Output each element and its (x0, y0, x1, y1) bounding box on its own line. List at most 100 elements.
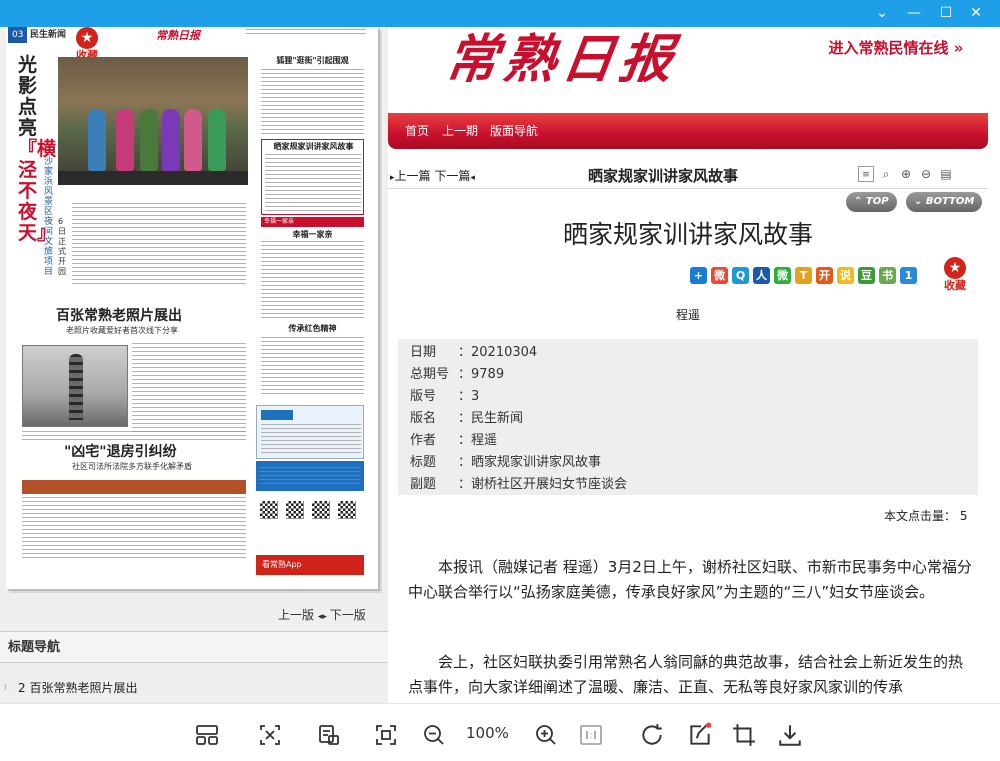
close-button[interactable]: ✕ (960, 0, 992, 27)
zoom-out-icon[interactable]: ⊖ (918, 166, 934, 182)
top-button[interactable]: ⌃ TOP (846, 192, 897, 212)
viewer-toolbar: 100% (0, 703, 1000, 761)
nav-layout-link[interactable]: 版面导航 (490, 113, 538, 149)
meta-row-subtitle: 副题 ：谢桥社区开展妇女节座谈会 (410, 477, 628, 492)
next-article-link[interactable]: 下一篇 (434, 169, 470, 183)
paper-headline: 光影点亮『横泾不夜天』 (18, 54, 57, 244)
article-paragraph-1: 本报讯（融媒记者 程遥）3月2日上午，谢桥社区妇联、市新市民事务中心常福分中心联… (408, 558, 972, 601)
prev-article-link[interactable]: 上一篇 (395, 169, 431, 183)
actual-size-icon[interactable] (577, 721, 605, 749)
meta-row-page-name: 版名 ：民生新闻 (410, 411, 524, 426)
paper-col-title-3: 传承红色精神 (288, 323, 337, 333)
next-page-link[interactable]: 下一版 (330, 608, 366, 622)
kaixin-icon[interactable]: 开 (816, 267, 833, 284)
zoom-out-button[interactable] (420, 721, 448, 749)
article-hit-count: 本文点击量： 5 (884, 509, 968, 523)
collapse-icon[interactable]: ⌄ (866, 0, 898, 27)
zoom-in-button[interactable] (532, 721, 560, 749)
article-paragraph-2: 会上，社区妇联执委引用常熟名人翁同龢的典范故事，结合社会上新近发生的热点事件，向… (408, 653, 964, 696)
expand-icon: ⁝ (4, 683, 7, 692)
paper-body-text-4 (261, 337, 364, 397)
share-count-icon[interactable]: 1 (900, 267, 917, 284)
paper-col-title-1: 狐狸"逛街"引起围观 (276, 55, 349, 65)
paper-main-photo (58, 57, 248, 185)
meta-row-title: 标题 ：晒家规家训讲家风故事 (410, 455, 602, 470)
print-icon[interactable]: ▤ (938, 166, 954, 182)
douban-icon[interactable]: 豆 (858, 267, 875, 284)
qzone-icon[interactable]: Q (732, 267, 749, 284)
paper-body-text-1 (72, 203, 246, 285)
renren-icon[interactable]: 人 (753, 267, 770, 284)
maximize-button[interactable]: ☐ (930, 0, 962, 27)
article-title: 晒家规家训讲家风故事 (562, 220, 813, 249)
prev-page-link[interactable]: 上一版 (278, 608, 314, 622)
paper-body-text-2 (261, 69, 364, 135)
weibo-icon[interactable]: 微 (711, 267, 728, 284)
paper-subheadline: 6日正式开园 (58, 217, 66, 276)
title-navigation-panel: 标题导航 ⁝ 2 百张常熟老照片展出 (0, 631, 388, 703)
zoom-icon[interactable]: ⌕ (878, 166, 894, 182)
star-icon: ★ (76, 27, 98, 49)
paper-red-column-head: 幸福一家亲 (261, 217, 364, 227)
bottom-button[interactable]: ⌄ BOTTOM (906, 192, 983, 212)
download-icon[interactable] (776, 721, 804, 749)
title-navigation-item[interactable]: ⁝ 2 百张常熟老照片展出 (4, 677, 370, 699)
newspaper-page-thumbnail[interactable]: 03 民生新闻 ★ 收藏 常熟日报 光影点亮『横泾不夜天』 沙家浜风景区夜间文旅… (6, 27, 378, 589)
paper-pagoda-photo (22, 345, 128, 427)
paper-photo-caption: 沙家浜风景区夜间文旅项目 (44, 157, 54, 277)
paper-ad-1 (256, 405, 364, 459)
article-bar-title: 晒家规家训讲家风故事 (588, 167, 739, 185)
paper-body-text-5 (132, 343, 246, 435)
meta-row-page-no: 版号 ：3 (410, 389, 480, 404)
meta-row-date: 日期 ：20210304 (410, 345, 538, 360)
ocr-icon[interactable] (315, 721, 343, 749)
title-navigation-header: 标题导航 (0, 631, 388, 663)
bookmark-icon[interactable]: 书 (879, 267, 896, 284)
rotate-icon[interactable] (638, 721, 666, 749)
article-page: 常熟日报 进入常熟民情在线 » 首页 上一期 版面导航 ▸上一篇 下一篇◂ 晒家… (388, 27, 1000, 703)
paper-ad-2 (256, 461, 364, 491)
douban-alt-icon[interactable]: 说 (837, 267, 854, 284)
site-nav-bar: 首页 上一期 版面导航 (388, 113, 988, 149)
article-author: 程遥 (675, 308, 700, 322)
tencent-icon[interactable]: T (795, 267, 812, 284)
page-pager: 上一版 ◂▸ 下一版 (278, 606, 366, 623)
paper-house-subtitle: 社区司法所法院多方联手化解矛盾 (72, 462, 192, 471)
title-bar: ⌄ — ☐ ✕ (0, 0, 1000, 27)
fit-to-window-icon[interactable] (256, 721, 284, 749)
minqing-online-link[interactable]: 进入常熟民情在线 » (818, 33, 974, 63)
paper-col-title-2: 幸福一家亲 (292, 229, 333, 239)
thumbnails-icon[interactable] (193, 721, 221, 749)
paper-house-title: "凶宅"退房引纠纷 (64, 444, 177, 460)
paper-qr-area (256, 495, 364, 553)
star-icon: ★ (944, 257, 966, 279)
minimize-button[interactable]: — (898, 0, 930, 27)
nav-home-link[interactable]: 首页 (405, 113, 429, 149)
page-image-pane: 03 民生新闻 ★ 收藏 常熟日报 光影点亮『横泾不夜天』 沙家浜风景区夜间文旅… (0, 27, 388, 703)
share-icons: + 微 Q 人 微 T 开 说 豆 书 1 (690, 267, 940, 285)
site-masthead-logo: 常熟日报 (441, 29, 683, 90)
crop-icon[interactable] (730, 721, 758, 749)
pager-arrows-icon: ◂▸ (317, 612, 330, 622)
zoom-level: 100% (466, 724, 509, 742)
nav-prev-issue-link[interactable]: 上一期 (442, 113, 478, 149)
fullscreen-icon[interactable] (372, 721, 400, 749)
page-number-tag: 03 (8, 27, 28, 43)
paper-date-line (246, 29, 366, 37)
paper-section-banner (22, 480, 246, 494)
edit-icon[interactable] (686, 721, 714, 749)
article-prev-next: ▸上一篇 下一篇◂ (390, 169, 475, 183)
meta-row-author: 作者 ：程遥 (410, 433, 498, 448)
wechat-icon[interactable]: 微 (774, 267, 791, 284)
paper-boxed-article[interactable]: 晒家规家训讲家风故事 (261, 139, 364, 215)
list-icon[interactable]: ≡ (858, 166, 874, 182)
paper-photos-subtitle: 老照片收藏爱好者首次线下分享 (66, 326, 178, 335)
article-meta-box: 日期 ：20210304 总期号 ：9789 版号 ：3 版名 ：民生新闻 作者 ：程遥 … (398, 339, 978, 495)
zoom-in-icon[interactable]: ⊕ (898, 166, 914, 182)
paper-photos-title: 百张常熟老照片展出 (56, 308, 182, 324)
paper-body-text-3 (261, 241, 364, 321)
article-collect-button[interactable]: ★ 收藏 (944, 257, 966, 292)
share-more-icon[interactable]: + (690, 267, 707, 284)
paper-app-banner: 看常熟App (256, 555, 364, 575)
page-section-name: 民生新闻 (30, 30, 67, 40)
